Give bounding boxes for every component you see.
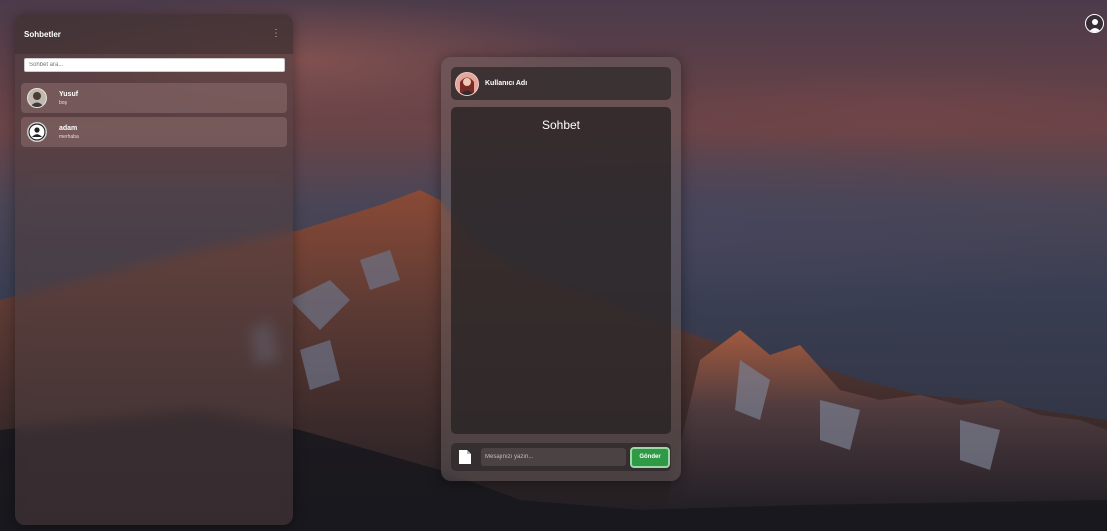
kebab-menu-icon[interactable]: ⋮ <box>271 29 281 39</box>
chat-list: Yusuf boş adam merhaba <box>21 83 287 151</box>
chat-list-item-yusuf[interactable]: Yusuf boş <box>21 83 287 113</box>
contact-avatar[interactable] <box>455 71 479 96</box>
sidebar-title: Sohbetler <box>24 29 61 39</box>
chat-search-input[interactable] <box>24 58 285 72</box>
chat-last-message: merhaba <box>59 133 79 140</box>
chat-last-message: boş <box>59 99 68 106</box>
default-user-icon <box>27 122 47 142</box>
sidebar-header: Sohbetler ⋮ <box>15 14 293 54</box>
chat-header: Kullanıcı Adı <box>451 67 671 100</box>
user-photo-avatar <box>27 88 47 108</box>
contact-name: Kullanıcı Adı <box>485 80 528 87</box>
message-input[interactable] <box>481 448 626 466</box>
message-composer: Gönder <box>451 443 671 471</box>
file-icon[interactable] <box>459 450 471 464</box>
send-button[interactable]: Gönder <box>630 446 670 468</box>
user-circle-icon[interactable] <box>1085 14 1104 33</box>
chat-name: Yusuf <box>59 90 79 98</box>
chat-list-item-adam[interactable]: adam merhaba <box>21 117 287 147</box>
chat-title: Sohbet <box>541 118 581 132</box>
message-area: Sohbet <box>451 107 671 434</box>
chat-sidebar: Sohbetler ⋮ Yusuf boş <box>15 14 293 525</box>
chat-window: Kullanıcı Adı Sohbet Gönder <box>441 57 681 481</box>
chat-name: adam <box>59 124 78 132</box>
